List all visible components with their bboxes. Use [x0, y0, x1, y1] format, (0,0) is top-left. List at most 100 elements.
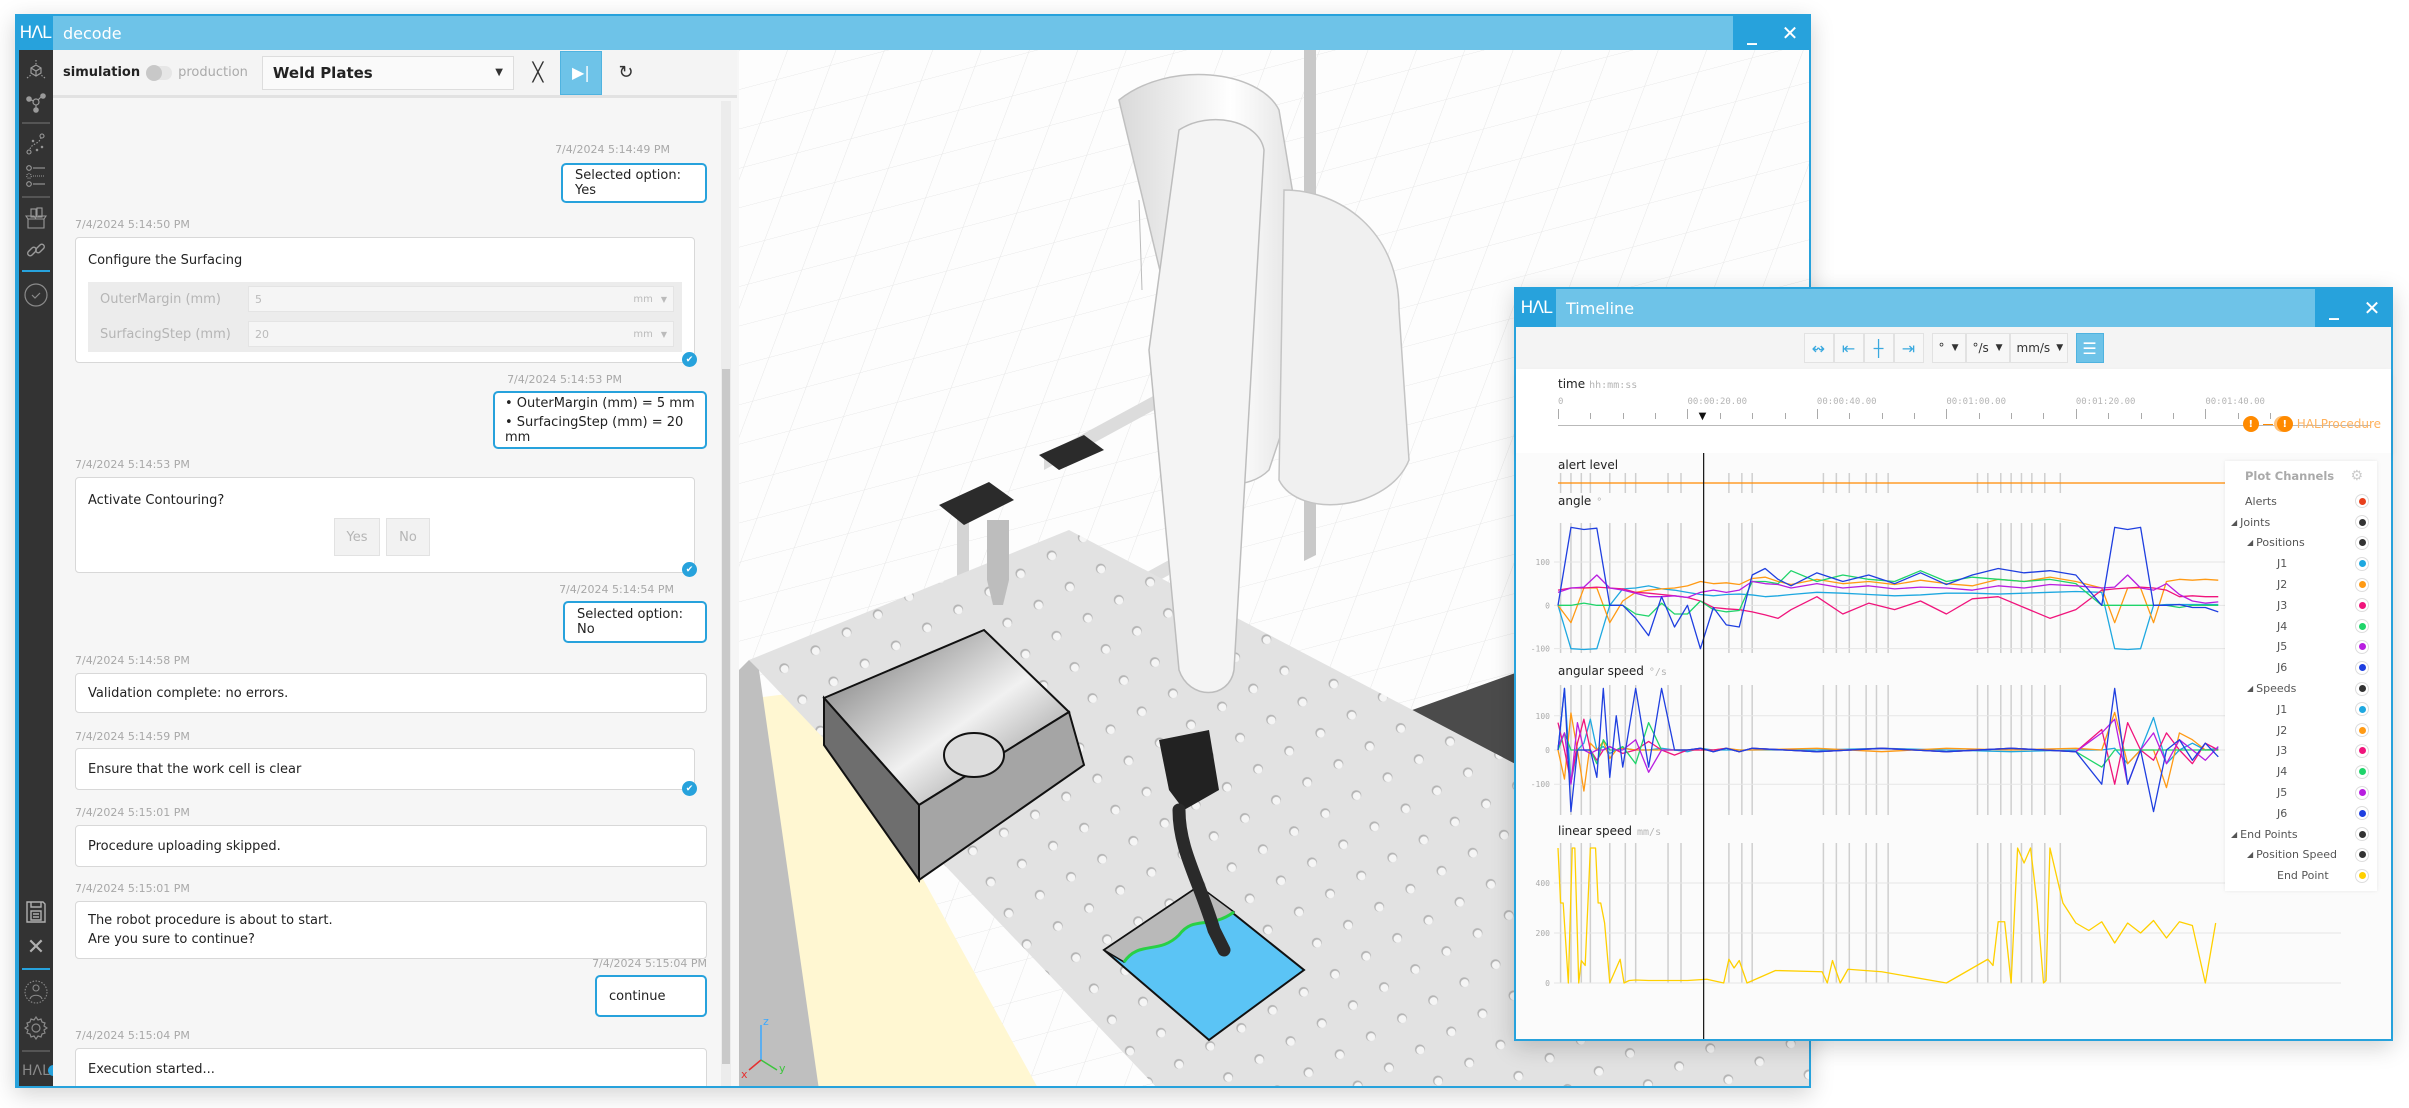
minimize-button[interactable]: _	[1733, 16, 1771, 50]
channel-color-toggle[interactable]	[2355, 577, 2369, 592]
sidebar-footer-logo: HΛL	[19, 1056, 59, 1086]
sidebar-item-save[interactable]	[19, 894, 53, 930]
sidebar-item-products[interactable]	[19, 202, 53, 234]
channel-item[interactable]: ◢ Joints	[2225, 512, 2377, 533]
close-button[interactable]: ✕	[1771, 16, 1809, 50]
time-tick-mark	[1719, 413, 1721, 419]
chat-scrollbar-thumb[interactable]	[722, 369, 730, 1064]
channel-item[interactable]: J4	[2225, 761, 2377, 782]
channel-item[interactable]: ◢ Positions	[2225, 533, 2377, 554]
timeline-titlebar[interactable]: HΛL Timeline _ ✕	[1516, 289, 2391, 327]
time-cursor-handle[interactable]: ▼	[1699, 411, 1707, 422]
channel-item[interactable]: ◢ Speeds	[2225, 678, 2377, 699]
channel-color-toggle[interactable]	[2355, 660, 2369, 675]
fit-all-button[interactable]: ↭	[1803, 333, 1834, 363]
close-x-icon: ✕	[26, 934, 46, 960]
linear-speed-unit-select[interactable]: mm/s ▼	[2009, 333, 2068, 363]
message-text: Ensure that the work cell is clear	[88, 761, 302, 777]
angle-unit-select[interactable]: ° ▼	[1931, 333, 1966, 363]
sidebar-item-close[interactable]: ✕	[19, 930, 53, 964]
channel-color-toggle[interactable]	[2355, 723, 2369, 738]
chat-scrollbar[interactable]	[721, 101, 731, 1086]
sidebar-item-parameters[interactable]	[19, 160, 53, 192]
channel-color-toggle[interactable]	[2355, 806, 2369, 821]
channel-list: Alerts ◢ Joints ◢ Positions J1 J2 J3 J4 J5 J6 ◢ Spee…	[2225, 491, 2377, 886]
channel-color-toggle[interactable]	[2355, 598, 2369, 613]
channel-item[interactable]: ◢ Position Speed	[2225, 845, 2377, 866]
angular-speed-unit-select[interactable]: °/s ▼	[1965, 333, 2010, 363]
channel-item[interactable]: End Point	[2225, 865, 2377, 886]
main-titlebar[interactable]: HΛL decode _ ✕	[17, 16, 1809, 50]
surfacing-step-input[interactable]: 20 mm ▼	[248, 321, 674, 347]
gear-icon[interactable]: ⚙	[2350, 468, 2363, 484]
channel-color-toggle[interactable]	[2355, 515, 2369, 530]
yes-button[interactable]: Yes	[334, 518, 380, 556]
channel-item[interactable]: J6	[2225, 657, 2377, 678]
channel-item[interactable]: J2	[2225, 720, 2377, 741]
outer-margin-input[interactable]: 5 mm ▼	[248, 286, 674, 312]
channel-item[interactable]: J6	[2225, 803, 2377, 824]
sidebar-divider	[22, 1050, 50, 1052]
no-button[interactable]: No	[386, 518, 430, 556]
unit-select[interactable]: mm	[633, 294, 652, 305]
channel-item[interactable]: J1	[2225, 699, 2377, 720]
procedure-select[interactable]: Weld Plates ▼	[261, 55, 514, 90]
go-end-button[interactable]: ⇥	[1893, 333, 1924, 363]
mode-toggle[interactable]	[146, 64, 173, 81]
sidebar-item-scene[interactable]	[19, 54, 53, 86]
channel-color-toggle[interactable]	[2355, 868, 2369, 883]
channel-item[interactable]: J2	[2225, 574, 2377, 595]
step-play-button[interactable]: ▶|	[559, 50, 602, 95]
channel-color-toggle[interactable]	[2355, 702, 2369, 717]
channel-color-toggle[interactable]	[2355, 847, 2369, 862]
sidebar-divider-active	[22, 270, 50, 272]
sidebar-item-user[interactable]	[19, 974, 53, 1010]
go-start-button[interactable]: ⇤	[1833, 333, 1864, 363]
user-message: continue	[595, 975, 707, 1017]
reset-button[interactable]: ↻	[612, 51, 640, 95]
close-button[interactable]: ✕	[2353, 289, 2391, 327]
channel-item[interactable]: Alerts	[2225, 491, 2377, 512]
time-axis-panel[interactable]: time hh:mm:ss 0 00:00:20.00 00:00:40.00 00:0…	[1516, 369, 2391, 453]
sidebar-item-settings[interactable]	[19, 1010, 53, 1046]
sidebar-item-links[interactable]	[19, 234, 53, 266]
center-cursor-button[interactable]: ┼	[1863, 333, 1894, 363]
channel-color-toggle[interactable]	[2355, 785, 2369, 800]
unit-select[interactable]: mm	[633, 329, 652, 340]
minimize-button[interactable]: _	[2315, 289, 2353, 327]
channel-color-toggle[interactable]	[2355, 556, 2369, 571]
expand-triangle-icon[interactable]: ◢	[2247, 538, 2253, 547]
channels-menu-button[interactable]: ☰	[2075, 333, 2104, 363]
message-text: Validation complete: no errors.	[88, 685, 289, 701]
channel-item[interactable]: J3	[2225, 741, 2377, 762]
expand-triangle-icon[interactable]: ◢	[2231, 518, 2237, 527]
time-tick-label: 00:01:20.00	[2075, 397, 2136, 407]
channel-color-toggle[interactable]	[2355, 639, 2369, 654]
channel-item[interactable]: ◢ End Points	[2225, 824, 2377, 845]
channel-color-toggle[interactable]	[2355, 743, 2369, 758]
channel-color-toggle[interactable]	[2355, 535, 2369, 550]
channel-item[interactable]: J5	[2225, 637, 2377, 658]
channel-label: End Points	[2240, 827, 2298, 841]
channel-item[interactable]: J4	[2225, 616, 2377, 637]
message-timestamp: 7/4/2024 5:15:04 PM	[75, 1029, 190, 1042]
alert-marker-icon[interactable]: !	[2242, 416, 2259, 432]
expand-triangle-icon[interactable]: ◢	[2231, 830, 2237, 839]
channel-color-toggle[interactable]	[2355, 681, 2369, 696]
channel-color-toggle[interactable]	[2355, 619, 2369, 634]
channel-item[interactable]: J1	[2225, 553, 2377, 574]
sidebar-item-validate[interactable]	[19, 276, 53, 314]
alert-marker-icon[interactable]: !	[2276, 416, 2293, 432]
channel-color-toggle[interactable]	[2355, 764, 2369, 779]
expand-triangle-icon[interactable]: ◢	[2247, 850, 2253, 859]
sidebar-item-paths[interactable]	[19, 128, 53, 160]
channel-item[interactable]: J3	[2225, 595, 2377, 616]
channel-color-toggle[interactable]	[2355, 827, 2369, 842]
channel-color-toggle[interactable]	[2355, 494, 2369, 509]
expand-triangle-icon[interactable]: ◢	[2247, 684, 2253, 693]
stop-button[interactable]: ╳	[524, 51, 552, 95]
axis-unit: hh:mm:ss	[1589, 380, 1638, 391]
plots-area[interactable]: alert level angle ° -100 0 100 angular speed °/…	[1516, 453, 2391, 1039]
sidebar-item-graph[interactable]	[19, 86, 53, 118]
channel-item[interactable]: J5	[2225, 782, 2377, 803]
